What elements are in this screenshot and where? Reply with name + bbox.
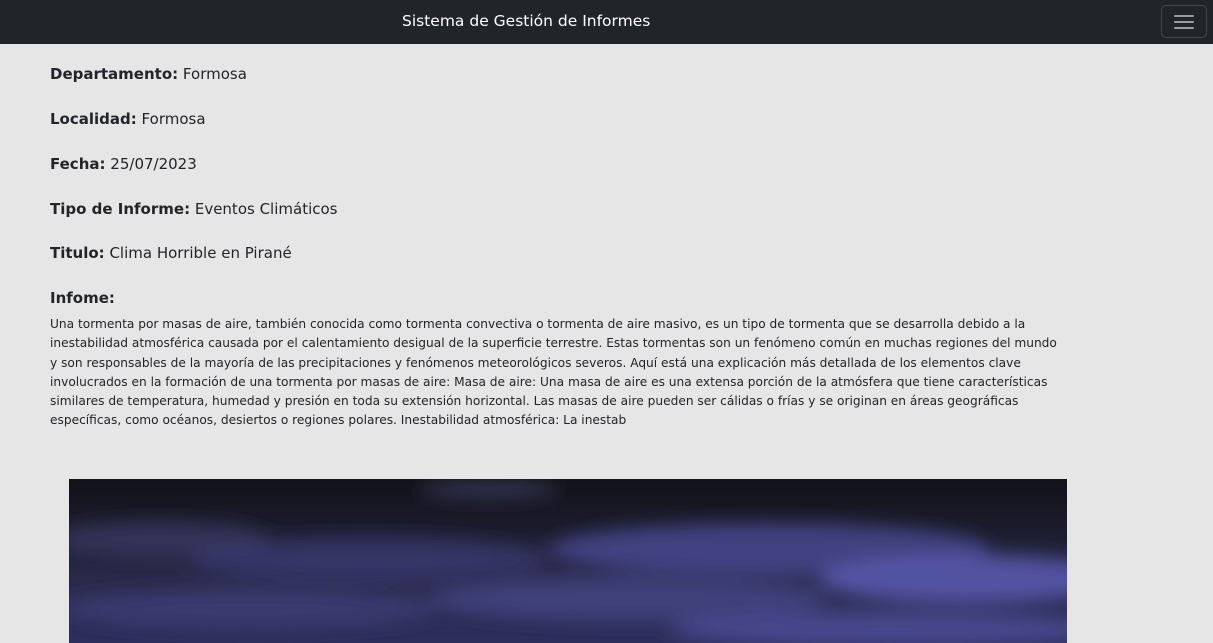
tipo-informe-value: Eventos Climáticos bbox=[194, 200, 338, 218]
titulo-label: Titulo: bbox=[50, 244, 105, 262]
storm-clouds-graphic bbox=[69, 479, 1067, 643]
fecha-value: 25/07/2023 bbox=[110, 155, 197, 173]
menu-icon bbox=[1174, 15, 1194, 30]
navbar: Sistema de Gestión de Informes bbox=[0, 0, 1213, 44]
navbar-brand[interactable]: Sistema de Gestión de Informes bbox=[402, 12, 650, 30]
tipo-informe-label: Tipo de Informe: bbox=[50, 200, 191, 218]
field-departamento: Departamento: Formosa bbox=[50, 64, 247, 84]
navbar-toggler-button[interactable] bbox=[1161, 5, 1207, 38]
departamento-value: Formosa bbox=[182, 65, 247, 83]
titulo-value: Clima Horrible en Pirané bbox=[109, 244, 292, 262]
localidad-label: Localidad: bbox=[50, 110, 137, 128]
field-fecha: Fecha: 25/07/2023 bbox=[50, 154, 197, 174]
field-tipo-informe: Tipo de Informe: Eventos Climáticos bbox=[50, 199, 337, 219]
field-localidad: Localidad: Formosa bbox=[50, 109, 206, 129]
informe-heading: Infome: bbox=[50, 289, 115, 307]
field-titulo: Titulo: Clima Horrible en Pirané bbox=[50, 243, 292, 263]
report-image-storm bbox=[69, 479, 1067, 643]
localidad-value: Formosa bbox=[141, 110, 206, 128]
fecha-label: Fecha: bbox=[50, 155, 106, 173]
departamento-label: Departamento: bbox=[50, 65, 179, 83]
informe-text: Una tormenta por masas de aire, también … bbox=[50, 317, 1057, 428]
